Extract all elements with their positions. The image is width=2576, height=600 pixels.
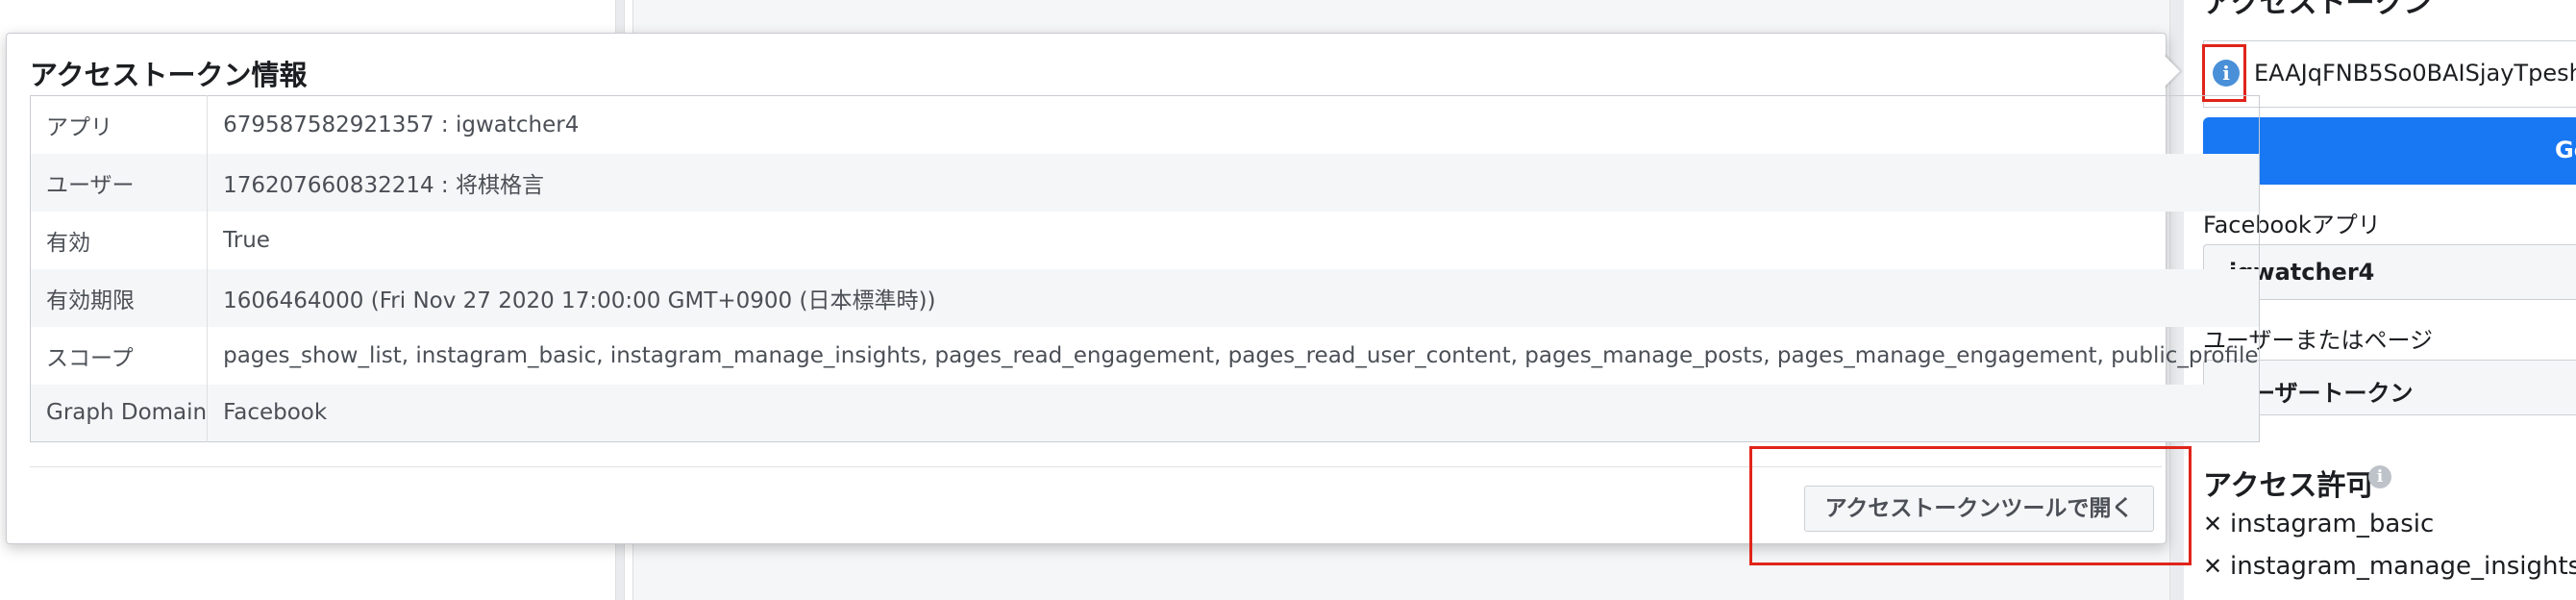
- dialog-pointer-arrow: [2163, 54, 2180, 88]
- row-value: 1606464000 (Fri Nov 27 2020 17:00:00 GMT…: [223, 288, 936, 313]
- remove-icon[interactable]: ✕: [2203, 511, 2230, 538]
- permission-label: instagram_basic: [2230, 510, 2435, 538]
- row-key: 有効期限: [30, 268, 209, 327]
- permission-item: ✕ instagram_manage_insights: [2203, 552, 2576, 581]
- permissions-info-icon[interactable]: i: [2368, 465, 2391, 488]
- table-row: Graph Domain Facebook: [30, 384, 2260, 442]
- row-key: アプリ: [30, 95, 209, 154]
- row-value: True: [223, 227, 270, 253]
- access-token-heading: アクセストークン: [2203, 0, 2433, 20]
- dialog-title: アクセストークン情報: [30, 59, 308, 91]
- row-key: 有効: [30, 211, 209, 269]
- access-token-value[interactable]: EAAJqFNB5So0BAISjayTpesh: [2254, 60, 2576, 87]
- table-row: 有効 True: [30, 211, 2260, 269]
- row-value: 679587582921357 : igwatcher4: [223, 112, 580, 138]
- generate-token-button-label: Ge: [2555, 137, 2576, 163]
- remove-icon[interactable]: ✕: [2203, 553, 2230, 580]
- table-row: アプリ 679587582921357 : igwatcher4: [30, 95, 2260, 154]
- table-row: ユーザー 176207660832214 : 将棋格言: [30, 153, 2260, 212]
- permission-label: instagram_manage_insights: [2230, 552, 2576, 581]
- row-key: Graph Domain: [30, 384, 209, 442]
- row-key: スコープ: [30, 326, 209, 385]
- table-row: スコープ pages_show_list, instagram_basic, i…: [30, 326, 2260, 385]
- highlight-box-open-button: [1749, 446, 2192, 565]
- highlight-box-info-icon: [2202, 44, 2246, 102]
- row-value: Facebook: [223, 400, 328, 426]
- permissions-heading: アクセス許可: [2203, 469, 2375, 503]
- row-value: 176207660832214 : 将棋格言: [223, 172, 544, 198]
- permission-item: ✕ instagram_basic: [2203, 510, 2434, 538]
- table-row: 有効期限 1606464000 (Fri Nov 27 2020 17:00:0…: [30, 268, 2260, 327]
- row-key: ユーザー: [30, 153, 209, 212]
- token-info-table: アプリ 679587582921357 : igwatcher4 ユーザー 17…: [30, 95, 2260, 442]
- row-value: pages_show_list, instagram_basic, instag…: [223, 342, 2259, 368]
